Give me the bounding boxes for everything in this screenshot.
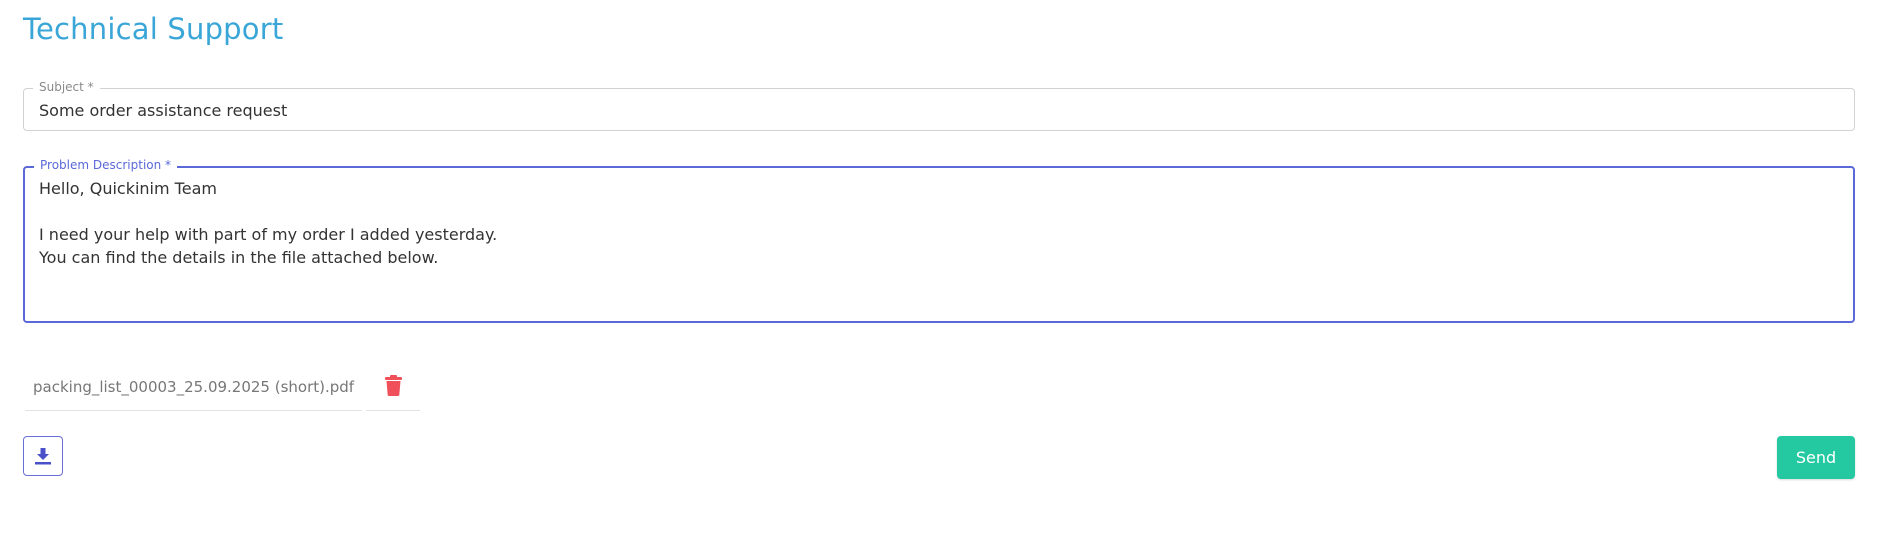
delete-attachment-button[interactable] xyxy=(366,370,421,411)
page-title: Technical Support xyxy=(23,12,284,46)
download-arrow-icon xyxy=(35,448,51,465)
subject-label: Subject * xyxy=(33,80,100,94)
send-button[interactable]: Send xyxy=(1777,436,1855,479)
attachment-filename: packing_list_00003_25.09.2025 (short).pd… xyxy=(25,370,363,411)
problem-description-textarea[interactable]: Hello, Quickinim Team I need your help w… xyxy=(39,177,1839,269)
problem-description-field[interactable]: Problem Description * Hello, Quickinim T… xyxy=(23,158,1855,323)
technical-support-page: Technical Support Subject * Some order a… xyxy=(0,0,1885,543)
upload-file-button[interactable] xyxy=(23,436,63,476)
subject-field[interactable]: Subject * Some order assistance request xyxy=(23,80,1855,131)
trash-icon xyxy=(384,375,402,396)
subject-input[interactable]: Some order assistance request xyxy=(39,101,287,120)
problem-description-label: Problem Description * xyxy=(34,158,178,172)
attachment-item: packing_list_00003_25.09.2025 (short).pd… xyxy=(25,370,421,411)
